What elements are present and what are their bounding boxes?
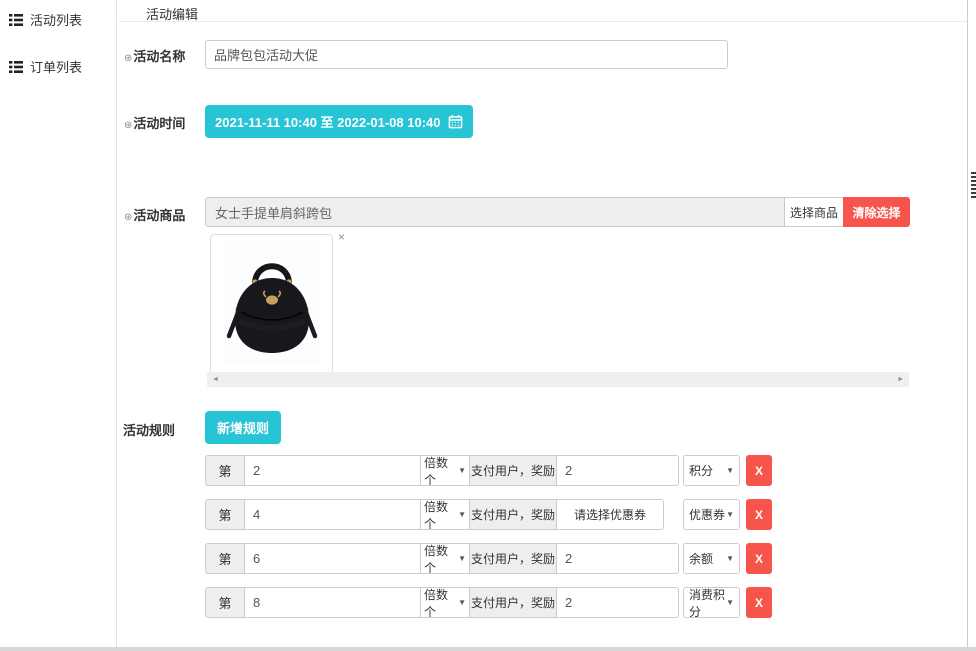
rule-remove-button[interactable]: X	[746, 587, 772, 618]
remove-image-icon[interactable]: ×	[338, 231, 345, 243]
tab-bar: 活动编辑	[118, 0, 967, 22]
main-panel: 活动编辑 ⊛活动名称 ⊛活动时间 2021-11-11 10:40 至 2022…	[118, 0, 968, 647]
rule-count-input[interactable]	[244, 499, 421, 530]
rule-type-select[interactable]: 积分 ▼	[683, 455, 740, 486]
rule-row: 第 倍数个 ▼ 支付用户，奖励 请选择优惠券 优惠券 ▼ X	[205, 499, 772, 530]
activity-name-label: ⊛活动名称	[124, 46, 185, 65]
rule-remove-button[interactable]: X	[746, 499, 772, 530]
rule-unit-select[interactable]: 倍数个 ▼	[420, 455, 470, 486]
sidebar-item-order-list[interactable]: 订单列表	[0, 47, 116, 86]
sidebar-item-label: 活动列表	[30, 10, 82, 29]
rule-unit-value: 倍数个	[424, 454, 458, 488]
activity-time-label: ⊛活动时间	[124, 113, 185, 132]
image-list-scrollbar[interactable]: ◄ ►	[207, 372, 909, 387]
gear-icon: ⊛	[124, 212, 132, 223]
vertical-scrollbar-thumb[interactable]	[971, 172, 976, 198]
rule-reward-input[interactable]	[556, 543, 679, 574]
rule-type-value: 积分	[689, 462, 713, 479]
list-icon	[9, 14, 23, 26]
chevron-down-icon: ▼	[458, 510, 466, 519]
select-coupon-button[interactable]: 请选择优惠券	[556, 499, 664, 530]
rule-unit-select[interactable]: 倍数个 ▼	[420, 587, 470, 618]
chevron-down-icon: ▼	[458, 598, 466, 607]
rule-middle-addon: 支付用户，奖励	[469, 499, 557, 530]
add-rule-button[interactable]: 新增规则	[205, 411, 281, 444]
chevron-down-icon: ▼	[726, 554, 734, 563]
rule-type-value: 优惠券	[689, 506, 725, 523]
chevron-down-icon: ▼	[458, 466, 466, 475]
activity-rules-label: 活动规则	[123, 420, 175, 439]
rule-middle-addon: 支付用户，奖励	[469, 587, 557, 618]
activity-product-label: ⊛活动商品	[124, 205, 185, 224]
rule-reward-input[interactable]	[556, 587, 679, 618]
handbag-product-image	[222, 240, 322, 369]
sidebar: 活动列表 订单列表	[0, 0, 117, 647]
scroll-right-icon[interactable]: ►	[897, 374, 904, 385]
product-input-group: 选择商品 清除选择	[205, 197, 910, 227]
rule-unit-select[interactable]: 倍数个 ▼	[420, 543, 470, 574]
chevron-down-icon: ▼	[726, 598, 734, 607]
rule-count-input[interactable]	[244, 543, 421, 574]
rule-type-select[interactable]: 余额 ▼	[683, 543, 740, 574]
rule-unit-value: 倍数个	[424, 586, 458, 620]
rule-type-value: 余额	[689, 550, 713, 567]
chevron-down-icon: ▼	[726, 510, 734, 519]
horizontal-window-scrollbar[interactable]	[0, 647, 976, 651]
rule-prefix-addon: 第	[205, 499, 245, 530]
gear-icon: ⊛	[124, 53, 132, 64]
sidebar-item-label: 订单列表	[30, 57, 82, 76]
product-name-input[interactable]	[205, 197, 785, 227]
rule-prefix-addon: 第	[205, 587, 245, 618]
rule-middle-addon: 支付用户，奖励	[469, 543, 557, 574]
product-image-card	[210, 234, 333, 374]
rule-unit-value: 倍数个	[424, 542, 458, 576]
sidebar-item-activity-list[interactable]: 活动列表	[0, 0, 116, 39]
activity-name-input[interactable]	[205, 40, 728, 69]
date-range-value: 2021-11-11 10:40 至 2022-01-08 10:40	[215, 112, 441, 131]
list-icon	[9, 61, 23, 73]
gear-icon: ⊛	[124, 120, 132, 131]
scroll-left-icon[interactable]: ◄	[212, 374, 219, 385]
chevron-down-icon: ▼	[726, 466, 734, 475]
rule-row: 第 倍数个 ▼ 支付用户，奖励 余额 ▼ X	[205, 543, 772, 574]
rule-prefix-addon: 第	[205, 455, 245, 486]
rule-prefix-addon: 第	[205, 543, 245, 574]
rule-row: 第 倍数个 ▼ 支付用户，奖励 消费积分 ▼ X	[205, 587, 772, 618]
rule-remove-button[interactable]: X	[746, 543, 772, 574]
rule-count-input[interactable]	[244, 455, 421, 486]
page: 活动列表 订单列表 活动编辑 ⊛活动名称 ⊛活动时间	[0, 0, 976, 651]
rule-remove-button[interactable]: X	[746, 455, 772, 486]
select-product-button[interactable]: 选择商品	[784, 197, 844, 227]
rule-middle-addon: 支付用户，奖励	[469, 455, 557, 486]
calendar-icon	[448, 114, 463, 129]
rule-type-value: 消费积分	[689, 586, 726, 620]
rule-unit-value: 倍数个	[424, 498, 458, 532]
rule-count-input[interactable]	[244, 587, 421, 618]
tab-activity-edit[interactable]: 活动编辑	[146, 4, 198, 23]
rule-type-select[interactable]: 消费积分 ▼	[683, 587, 740, 618]
clear-selection-button[interactable]: 清除选择	[843, 197, 910, 227]
date-range-picker-button[interactable]: 2021-11-11 10:40 至 2022-01-08 10:40	[205, 105, 473, 138]
rule-unit-select[interactable]: 倍数个 ▼	[420, 499, 470, 530]
rule-row: 第 倍数个 ▼ 支付用户，奖励 积分 ▼ X	[205, 455, 772, 486]
chevron-down-icon: ▼	[458, 554, 466, 563]
rule-type-select[interactable]: 优惠券 ▼	[683, 499, 740, 530]
rule-reward-input[interactable]	[556, 455, 679, 486]
